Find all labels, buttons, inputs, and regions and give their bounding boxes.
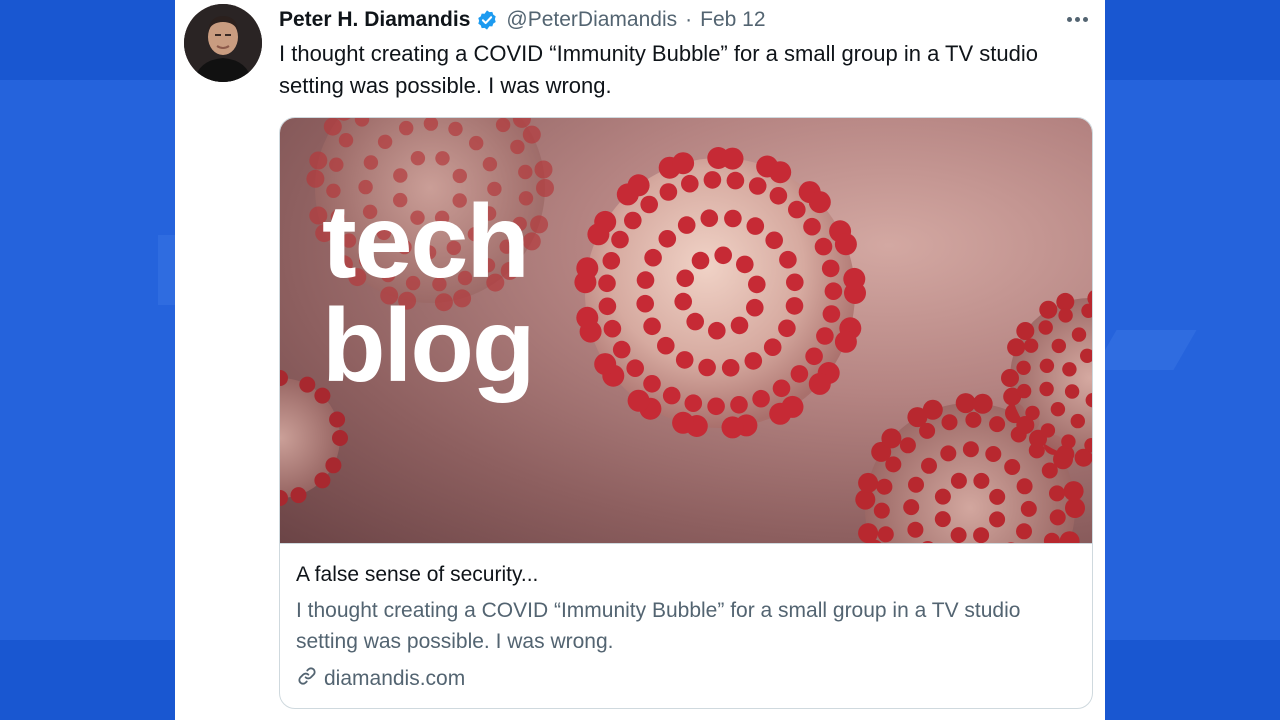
tweet-card[interactable]: Peter H. Diamandis @PeterDiamandis · Feb… [175, 0, 1105, 720]
link-domain-row[interactable]: diamandis.com [296, 665, 465, 693]
link-preview-card[interactable]: tech blog A false sense of security... I… [279, 117, 1093, 709]
link-icon [296, 665, 318, 693]
tweet-date[interactable]: Feb 12 [700, 8, 765, 32]
author-handle[interactable]: @PeterDiamandis [506, 8, 677, 32]
avatar[interactable] [184, 4, 262, 82]
link-preview-meta: A false sense of security... I thought c… [280, 543, 1092, 690]
separator-dot: · [685, 8, 693, 31]
tweet-text: I thought creating a COVID “Immunity Bub… [279, 41, 1038, 98]
tweet-header: Peter H. Diamandis @PeterDiamandis · Feb… [279, 5, 766, 35]
tech-blog-logo: tech blog [322, 184, 535, 404]
link-domain: diamandis.com [324, 667, 466, 690]
link-title: A false sense of security... [296, 563, 539, 586]
verified-badge-icon [476, 9, 498, 31]
avatar-portrait [184, 4, 262, 82]
logo-line-2: blog [322, 288, 535, 404]
author-name[interactable]: Peter H. Diamandis [279, 8, 470, 32]
background-band-left [0, 80, 175, 640]
link-description: I thought creating a COVID “Immunity Bub… [296, 599, 1021, 653]
logo-line-1: tech [322, 184, 530, 300]
more-options-icon[interactable] [1062, 9, 1092, 29]
background-decoration [158, 235, 175, 305]
link-preview-image: tech blog [280, 118, 1092, 543]
